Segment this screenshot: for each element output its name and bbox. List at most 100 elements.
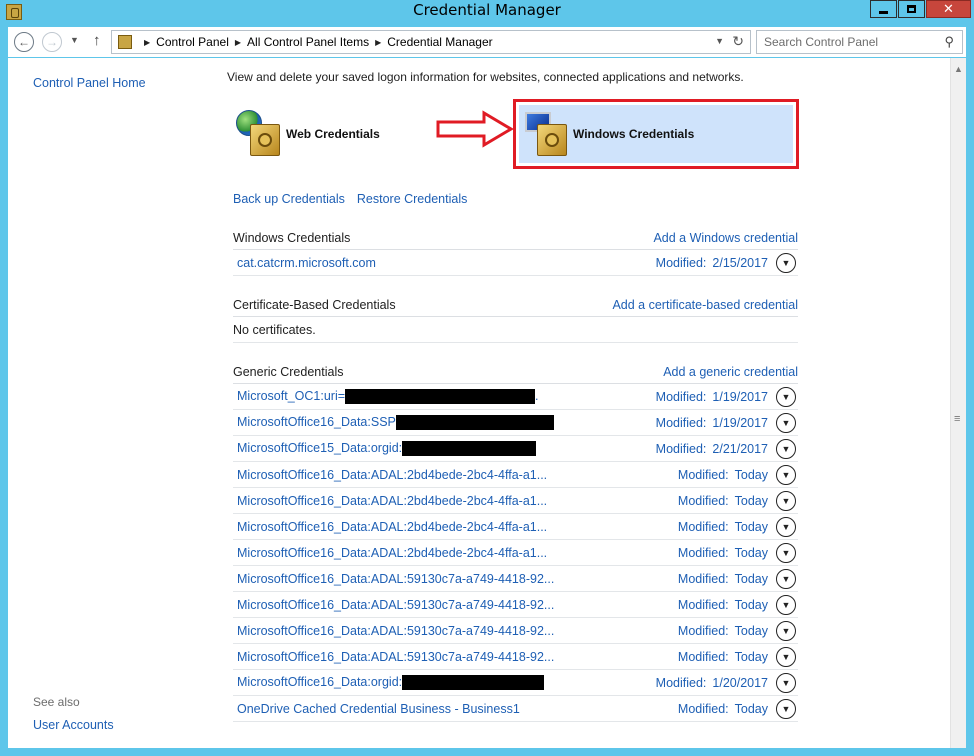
credential-row[interactable]: MicrosoftOffice16_Data:ADAL:2bd4bede-2bc…: [233, 488, 798, 514]
breadcrumb-all-items[interactable]: All Control Panel Items: [247, 35, 369, 49]
address-dropdown-icon[interactable]: ▼: [715, 36, 724, 46]
vertical-scrollbar[interactable]: ▲ ≡: [950, 58, 966, 748]
scroll-thumb-grip-icon[interactable]: ≡: [954, 413, 960, 425]
section-title: Certificate-Based Credentials: [233, 297, 396, 312]
window-bottom-border: [0, 748, 974, 756]
chevron-down-icon[interactable]: ▼: [776, 517, 796, 537]
maximize-button[interactable]: [898, 0, 925, 18]
credential-row[interactable]: MicrosoftOffice16_Data:SSP Modified: 1/19…: [233, 410, 798, 436]
credential-modified: Modified: 2/21/2017: [655, 442, 768, 456]
main-pane: View and delete your saved logon informa…: [208, 58, 948, 748]
credential-name[interactable]: MicrosoftOffice16_Data:ADAL:2bd4bede-2bc…: [233, 546, 547, 560]
credential-name[interactable]: cat.catcrm.microsoft.com: [233, 256, 376, 270]
add-generic-credential-link[interactable]: Add a generic credential: [663, 365, 798, 379]
windows-credentials-tab[interactable]: Windows Credentials: [519, 105, 793, 163]
up-arrow-icon: ↑: [93, 32, 101, 49]
credential-row[interactable]: Microsoft_OC1:uri=. Modified: 1/19/2017 ▼: [233, 384, 798, 410]
chevron-down-icon[interactable]: ▼: [776, 673, 796, 693]
see-also-heading: See also: [33, 695, 80, 709]
search-icon[interactable]: ⚲: [944, 34, 954, 50]
credential-modified: Modified: Today: [677, 702, 768, 716]
credential-row[interactable]: MicrosoftOffice16_Data:ADAL:59130c7a-a74…: [233, 592, 798, 618]
web-credentials-tab[interactable]: Web Credentials: [236, 110, 380, 158]
forward-button[interactable]: →: [42, 32, 62, 52]
credential-row[interactable]: MicrosoftOffice16_Data:orgid: Modified: 1…: [233, 670, 798, 696]
credential-modified: Modified: Today: [677, 546, 768, 560]
restore-credentials-link[interactable]: Restore Credentials: [357, 192, 467, 206]
annotation-arrow-icon: [436, 110, 514, 148]
credential-modified: Modified: Today: [677, 468, 768, 482]
certificate-credentials-section: Certificate-Based Credentials Add a cert…: [233, 293, 798, 343]
breadcrumb-separator-icon[interactable]: ▶: [235, 38, 241, 47]
credential-name[interactable]: MicrosoftOffice16_Data:ADAL:2bd4bede-2bc…: [233, 520, 547, 534]
web-credentials-label: Web Credentials: [286, 127, 380, 141]
close-button[interactable]: ✕: [926, 0, 971, 18]
chevron-down-icon[interactable]: ▼: [776, 569, 796, 589]
credential-modified: Modified: Today: [677, 650, 768, 664]
credential-modified: Modified: Today: [677, 494, 768, 508]
credential-name[interactable]: MicrosoftOffice16_Data:ADAL:2bd4bede-2bc…: [233, 494, 547, 508]
credential-row[interactable]: MicrosoftOffice16_Data:ADAL:2bd4bede-2bc…: [233, 514, 798, 540]
credential-name[interactable]: MicrosoftOffice16_Data:ADAL:59130c7a-a74…: [233, 650, 554, 664]
navigation-bar: ← → ▼ ↑ ▶ Control Panel ▶ All Control Pa…: [8, 27, 966, 57]
credential-name[interactable]: MicrosoftOffice16_Data:ADAL:59130c7a-a74…: [233, 598, 554, 612]
credential-modified: Modified: Today: [677, 598, 768, 612]
search-input[interactable]: [757, 31, 937, 53]
user-accounts-link[interactable]: User Accounts: [33, 718, 114, 732]
credential-row[interactable]: cat.catcrm.microsoft.com Modified: 2/15/2…: [233, 250, 798, 276]
credential-name[interactable]: MicrosoftOffice16_Data:SSP: [233, 415, 554, 431]
credential-name[interactable]: MicrosoftOffice16_Data:ADAL:59130c7a-a74…: [233, 624, 554, 638]
credential-row[interactable]: OneDrive Cached Credential Business - Bu…: [233, 696, 798, 722]
credential-name[interactable]: OneDrive Cached Credential Business - Bu…: [233, 702, 520, 716]
chevron-down-icon[interactable]: ▼: [776, 621, 796, 641]
address-bar[interactable]: ▶ Control Panel ▶ All Control Panel Item…: [111, 30, 751, 54]
redaction-block: [402, 675, 545, 691]
chevron-down-icon[interactable]: ▼: [776, 543, 796, 563]
backup-restore-links: Back up Credentials Restore Credentials: [233, 192, 467, 206]
credential-row[interactable]: MicrosoftOffice16_Data:ADAL:2bd4bede-2bc…: [233, 462, 798, 488]
back-button[interactable]: ←: [14, 32, 34, 52]
credential-row[interactable]: MicrosoftOffice15_Data:orgid: Modified: 2…: [233, 436, 798, 462]
breadcrumb-separator-icon[interactable]: ▶: [375, 38, 381, 47]
credential-row[interactable]: MicrosoftOffice16_Data:ADAL:59130c7a-a74…: [233, 566, 798, 592]
chevron-down-icon[interactable]: ▼: [776, 595, 796, 615]
back-arrow-icon: ←: [18, 35, 30, 49]
no-certificates-text: No certificates.: [233, 317, 798, 343]
credential-row[interactable]: MicrosoftOffice16_Data:ADAL:2bd4bede-2bc…: [233, 540, 798, 566]
chevron-down-icon[interactable]: ▼: [776, 253, 796, 273]
section-header: Windows Credentials Add a Windows creden…: [233, 226, 798, 250]
credential-modified: Modified: Today: [677, 624, 768, 638]
scroll-up-icon[interactable]: ▲: [954, 64, 963, 74]
chevron-down-icon[interactable]: ▼: [776, 699, 796, 719]
credential-manager-window: Credential Manager ✕ ← → ▼ ↑ ▶ Control P…: [0, 0, 974, 756]
credential-name[interactable]: MicrosoftOffice15_Data:orgid:: [233, 441, 537, 457]
chevron-down-icon[interactable]: ▼: [776, 413, 796, 433]
content-area: Control Panel Home See also User Account…: [8, 58, 966, 748]
chevron-down-icon[interactable]: ▼: [776, 439, 796, 459]
breadcrumb-control-panel[interactable]: Control Panel: [156, 35, 229, 49]
chevron-down-icon[interactable]: ▼: [776, 387, 796, 407]
credential-name[interactable]: MicrosoftOffice16_Data:ADAL:2bd4bede-2bc…: [233, 468, 547, 482]
credential-name[interactable]: MicrosoftOffice16_Data:orgid:: [233, 675, 545, 691]
control-panel-home-link[interactable]: Control Panel Home: [33, 76, 146, 90]
breadcrumb-separator-icon[interactable]: ▶: [144, 38, 150, 47]
chevron-down-icon[interactable]: ▼: [776, 647, 796, 667]
credential-row[interactable]: MicrosoftOffice16_Data:ADAL:59130c7a-a74…: [233, 644, 798, 670]
credential-row[interactable]: MicrosoftOffice16_Data:ADAL:59130c7a-a74…: [233, 618, 798, 644]
up-button[interactable]: ↑: [93, 32, 101, 49]
credential-name[interactable]: MicrosoftOffice16_Data:ADAL:59130c7a-a74…: [233, 572, 554, 586]
section-title: Generic Credentials: [233, 364, 344, 379]
credential-name[interactable]: Microsoft_OC1:uri=.: [233, 389, 539, 405]
minimize-icon: [879, 10, 888, 14]
chevron-down-icon[interactable]: ▼: [776, 465, 796, 485]
backup-credentials-link[interactable]: Back up Credentials: [233, 192, 345, 206]
breadcrumb: ▶ Control Panel ▶ All Control Panel Item…: [138, 35, 493, 49]
search-box[interactable]: ⚲: [756, 30, 963, 54]
breadcrumb-credential-manager[interactable]: Credential Manager: [387, 35, 492, 49]
refresh-icon[interactable]: ↻: [732, 33, 744, 50]
add-windows-credential-link[interactable]: Add a Windows credential: [653, 231, 798, 245]
add-certificate-credential-link[interactable]: Add a certificate-based credential: [612, 298, 798, 312]
chevron-down-icon[interactable]: ▼: [776, 491, 796, 511]
recent-locations-dropdown[interactable]: ▼: [70, 35, 79, 45]
minimize-button[interactable]: [870, 0, 897, 18]
